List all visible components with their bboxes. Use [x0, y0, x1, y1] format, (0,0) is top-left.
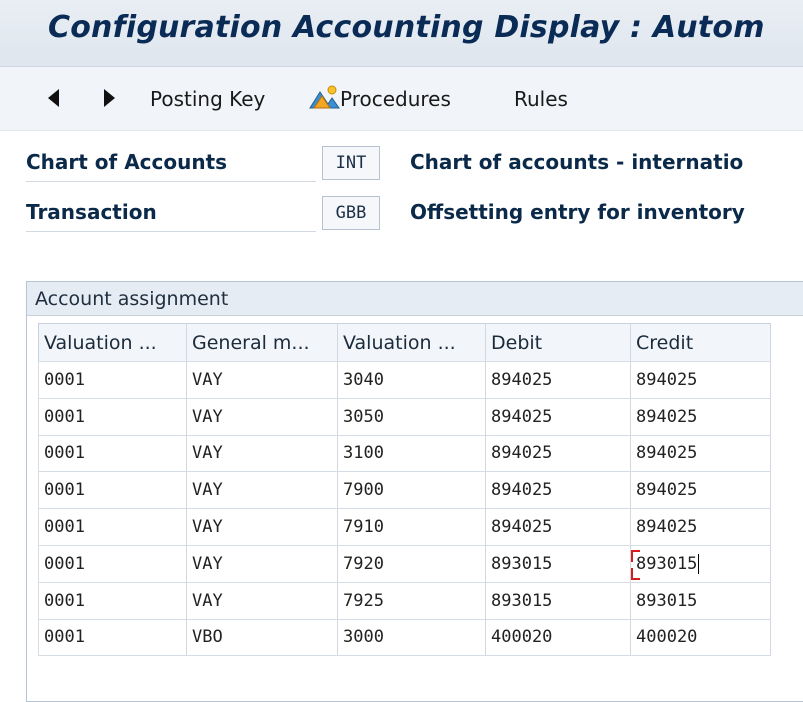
- title-bar: Configuration Accounting Display : Autom: [0, 0, 803, 67]
- table-row[interactable]: 0001 VAY 7925 893015 893015: [38, 582, 771, 620]
- column-header-valuation-class[interactable]: Valuation ...: [337, 323, 486, 362]
- cell-debit[interactable]: 894025: [485, 471, 631, 510]
- cell-valuation-class[interactable]: 7900: [337, 471, 486, 510]
- cell-credit[interactable]: 894025: [630, 471, 771, 510]
- cell-credit[interactable]: 894025: [630, 435, 771, 473]
- cell-valuation-class[interactable]: 7910: [337, 508, 486, 546]
- column-header-general-modification[interactable]: General m...: [186, 323, 338, 362]
- cell-debit[interactable]: 894025: [485, 435, 631, 473]
- table-row[interactable]: 0001 VAY 3050 894025 894025: [38, 398, 771, 436]
- cell-valuation-modifier[interactable]: 0001: [38, 398, 187, 436]
- cell-valuation-class[interactable]: 3040: [337, 361, 486, 399]
- transaction-label: Transaction: [26, 196, 316, 232]
- cell-credit[interactable]: 893015: [630, 582, 771, 620]
- cell-general-modification[interactable]: VAY: [186, 582, 338, 620]
- text-caret: [698, 553, 700, 574]
- column-header-valuation-modifier[interactable]: Valuation ...: [38, 323, 187, 362]
- table-row[interactable]: 0001 VAY 3100 894025 894025: [38, 435, 771, 473]
- cell-general-modification[interactable]: VAY: [186, 435, 338, 473]
- rules-button[interactable]: Rules: [514, 87, 568, 111]
- focus-bracket-top: [631, 549, 640, 562]
- column-header-credit[interactable]: Credit: [630, 323, 771, 362]
- cell-credit[interactable]: 894025: [630, 361, 771, 399]
- cell-general-modification[interactable]: VAY: [186, 471, 338, 510]
- table-row[interactable]: 0001 VAY 7920 893015 893015: [38, 545, 771, 583]
- chart-of-accounts-description: Chart of accounts - internatio: [410, 150, 744, 174]
- account-assignment-table: Valuation ... General m... Valuation ...…: [38, 323, 771, 657]
- application-toolbar: Posting Key Procedures Rules: [0, 67, 803, 131]
- cell-valuation-class[interactable]: 3100: [337, 435, 486, 473]
- cell-valuation-class[interactable]: 7925: [337, 582, 486, 620]
- credit-input-value[interactable]: 893015: [636, 554, 697, 574]
- cell-debit[interactable]: 893015: [485, 582, 631, 620]
- cell-valuation-modifier[interactable]: 0001: [38, 545, 187, 583]
- cell-valuation-modifier[interactable]: 0001: [38, 619, 187, 657]
- cell-debit[interactable]: 893015: [485, 545, 631, 583]
- cell-debit[interactable]: 894025: [485, 398, 631, 436]
- cell-valuation-class[interactable]: 7920: [337, 545, 486, 583]
- cell-valuation-modifier[interactable]: 0001: [38, 435, 187, 473]
- cell-valuation-modifier[interactable]: 0001: [38, 361, 187, 399]
- transaction-field[interactable]: GBB: [322, 196, 380, 230]
- cell-general-modification[interactable]: VAY: [186, 508, 338, 546]
- chart-of-accounts-label: Chart of Accounts: [26, 146, 316, 182]
- focus-bracket-bottom: [631, 567, 640, 580]
- table-row[interactable]: 0001 VAY 3040 894025 894025: [38, 361, 771, 399]
- cell-general-modification[interactable]: VBO: [186, 619, 338, 657]
- cell-general-modification[interactable]: VAY: [186, 545, 338, 583]
- transaction-description: Offsetting entry for inventory: [410, 200, 745, 224]
- table-header-row: Valuation ... General m... Valuation ...…: [38, 323, 771, 362]
- cell-credit[interactable]: 894025: [630, 508, 771, 546]
- panel-title: Account assignment: [27, 282, 803, 316]
- cell-valuation-class[interactable]: 3000: [337, 619, 486, 657]
- cell-debit[interactable]: 894025: [485, 508, 631, 546]
- posting-key-button[interactable]: Posting Key: [150, 87, 265, 111]
- table-row[interactable]: 0001 VAY 7900 894025 894025: [38, 471, 771, 510]
- procedures-button[interactable]: Procedures: [340, 87, 451, 111]
- triangle-right-icon[interactable]: [104, 89, 115, 107]
- cell-credit-editing[interactable]: 893015: [630, 545, 771, 583]
- cell-valuation-modifier[interactable]: 0001: [38, 471, 187, 510]
- cell-valuation-modifier[interactable]: 0001: [38, 582, 187, 620]
- header-area: Chart of Accounts INT Chart of accounts …: [0, 131, 803, 281]
- account-assignment-panel: Account assignment Valuation ... General…: [26, 281, 803, 702]
- cell-general-modification[interactable]: VAY: [186, 398, 338, 436]
- table-row[interactable]: 0001 VAY 7910 894025 894025: [38, 508, 771, 546]
- mountains-icon[interactable]: [308, 84, 340, 110]
- cell-valuation-class[interactable]: 3050: [337, 398, 486, 436]
- cell-credit[interactable]: 400020: [630, 619, 771, 657]
- triangle-left-icon[interactable]: [48, 89, 59, 107]
- column-header-debit[interactable]: Debit: [485, 323, 631, 362]
- table-row[interactable]: 0001 VBO 3000 400020 400020: [38, 619, 771, 657]
- chart-of-accounts-field[interactable]: INT: [322, 146, 380, 180]
- cell-debit[interactable]: 894025: [485, 361, 631, 399]
- page-title: Configuration Accounting Display : Autom: [48, 10, 765, 45]
- cell-general-modification[interactable]: VAY: [186, 361, 338, 399]
- cell-debit[interactable]: 400020: [485, 619, 631, 657]
- cell-credit[interactable]: 894025: [630, 398, 771, 436]
- cell-valuation-modifier[interactable]: 0001: [38, 508, 187, 546]
